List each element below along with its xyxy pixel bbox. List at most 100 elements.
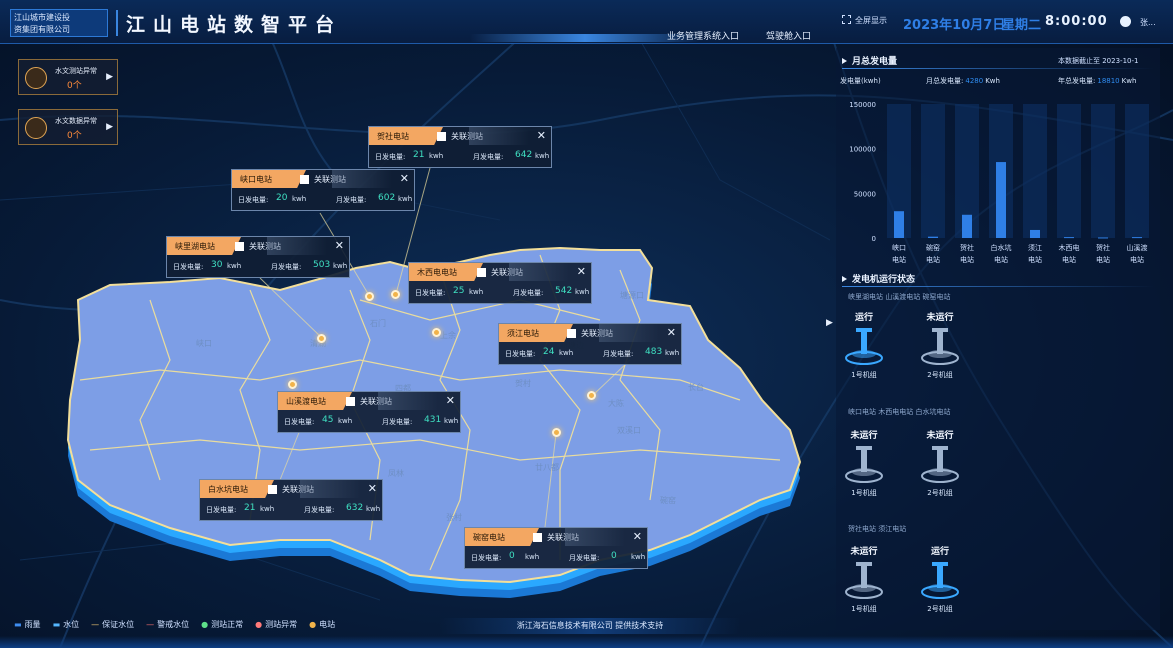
month-value: 431: [424, 415, 442, 425]
legend-item: ● 测站异常: [255, 620, 297, 629]
x-tick-label: 贺社电站: [960, 243, 974, 264]
station-popup[interactable]: 贺社电站 关联测站 ✕ 日发电量: 21 kwh 月发电量: 642 kwh: [368, 126, 552, 168]
x-tick-label: 峡口电站: [892, 243, 906, 264]
close-icon[interactable]: ✕: [537, 129, 546, 142]
monthly-generation-title: 月总发电量: [842, 54, 897, 67]
alarm-title: 水文数据异常: [55, 117, 97, 125]
legend-label: 测站正常: [211, 620, 244, 629]
station-popup[interactable]: 白水坑电站 关联测站 ✕ 日发电量: 21 kwh 月发电量: 632 kwh: [199, 479, 383, 521]
region-label: 长台: [688, 383, 704, 392]
generator-status: 未运行: [926, 313, 954, 323]
link-checkbox[interactable]: [437, 132, 446, 141]
legend-item: ● 电站: [309, 620, 335, 629]
station-popup[interactable]: 碗窑电站 关联测站 ✕ 日发电量: 0 kwh 月发电量: 0 kwh: [464, 527, 648, 569]
generator-status: 运行: [854, 313, 873, 323]
legend-marker-icon: ●: [201, 620, 209, 629]
link-checkbox[interactable]: [268, 485, 277, 494]
month-value: 503: [313, 260, 331, 270]
close-icon[interactable]: ✕: [446, 394, 455, 407]
dashboard-stage: 峡口石门贺村清湖大陈上余凤林廿八都双溪口碗窑长台四都坛石新塘边塘源口张村 江山城…: [0, 0, 1173, 648]
station-name: 白水坑电站: [208, 485, 248, 494]
y-tick-label: 0: [872, 235, 876, 243]
station-pin[interactable]: [552, 428, 561, 437]
generator-unit[interactable]: 运行 2号机组: [912, 544, 968, 618]
x-tick-label: 白水坑电站: [991, 243, 1012, 264]
generator-icon: [921, 446, 959, 483]
chart-bar[interactable]: [1064, 237, 1074, 239]
station-popup[interactable]: 山溪渡电站 关联测站 ✕ 日发电量: 45 kwh 月发电量: 431 kwh: [277, 391, 461, 433]
generator-status-title: 发电机运行状态: [842, 272, 915, 285]
panel-toggle-icon[interactable]: ▶: [826, 318, 833, 328]
generator-label: 1号机组: [851, 371, 877, 379]
month-label: 月发电量:: [603, 350, 634, 358]
close-icon[interactable]: ✕: [368, 482, 377, 495]
popup-band: [378, 392, 438, 410]
region-label: 凤林: [388, 469, 404, 478]
day-unit: kwh: [429, 152, 444, 160]
alarm-card-data[interactable]: 水文数据异常 0个 ▶: [18, 109, 118, 145]
close-icon[interactable]: ✕: [633, 530, 642, 543]
station-popup[interactable]: 峡里湖电站 关联测站 ✕ 日发电量: 30 kwh 月发电量: 503 kwh: [166, 236, 350, 278]
alarm-title: 水文测站异常: [55, 67, 97, 75]
day-label: 日发电量:: [173, 263, 204, 271]
chart-bar[interactable]: [1132, 237, 1142, 239]
current-time: 8:00:00: [1045, 14, 1108, 29]
station-pin[interactable]: [365, 292, 374, 301]
generator-unit[interactable]: 未运行 2号机组: [912, 310, 968, 384]
month-unit: kwh: [535, 152, 550, 160]
y-tick-label: 150000: [849, 101, 876, 109]
app-title: 江山电站数智平台: [126, 15, 343, 36]
day-label: 日发电量:: [284, 418, 315, 426]
chart-bar[interactable]: [1030, 229, 1040, 238]
chart-bar[interactable]: [928, 236, 938, 238]
fullscreen-button[interactable]: 全屏显示: [842, 15, 887, 26]
generator-unit[interactable]: 未运行 2号机组: [912, 428, 968, 502]
generator-unit[interactable]: 未运行 1号机组: [836, 428, 892, 502]
link-checkbox[interactable]: [235, 242, 244, 251]
station-pin[interactable]: [317, 334, 326, 343]
station-name: 木西电电站: [417, 268, 457, 277]
alarm-card-hydrology[interactable]: 水文测站异常 0个 ▶: [18, 59, 118, 95]
station-popup[interactable]: 峡口电站 关联测站 ✕ 日发电量: 20 kwh 月发电量: 602 kwh: [231, 169, 415, 211]
station-pin[interactable]: [432, 328, 441, 337]
region-label: 塘源口: [620, 291, 644, 300]
region-label: 碗窑: [660, 496, 676, 505]
legend-label: 测站异常: [265, 620, 298, 629]
station-pin[interactable]: [391, 290, 400, 299]
user-name[interactable]: 张...: [1140, 17, 1156, 28]
region-label: 张村: [446, 513, 462, 522]
link-checkbox[interactable]: [346, 397, 355, 406]
chart-bar[interactable]: [894, 211, 904, 238]
station-popup[interactable]: 木西电电站 关联测站 ✕ 日发电量: 25 kwh 月发电量: 542 kwh: [408, 262, 592, 304]
chart-bar[interactable]: [1098, 237, 1108, 239]
month-value: 542: [555, 286, 573, 296]
generator-unit[interactable]: 运行 1号机组: [836, 310, 892, 384]
business-system-link[interactable]: 业务管理系统入口: [667, 29, 739, 42]
user-avatar-icon[interactable]: [1120, 16, 1131, 27]
link-checkbox[interactable]: [477, 268, 486, 277]
day-value: 30: [211, 260, 223, 270]
station-popup[interactable]: 须江电站 关联测站 ✕ 日发电量: 24 kwh 月发电量: 483 kwh: [498, 323, 682, 365]
link-checkbox[interactable]: [300, 175, 309, 184]
generator-unit[interactable]: 未运行 1号机组: [836, 544, 892, 618]
link-checkbox[interactable]: [533, 533, 542, 542]
link-checkbox[interactable]: [567, 329, 576, 338]
popup-band: [565, 528, 625, 546]
generator-label: 1号机组: [851, 605, 877, 613]
day-unit: kwh: [227, 262, 242, 270]
close-icon[interactable]: ✕: [400, 172, 409, 185]
kpi-month-label: 月总发电量:: [926, 77, 964, 85]
x-tick-label: 碗窑电站: [926, 243, 940, 264]
close-icon[interactable]: ✕: [335, 239, 344, 252]
station-pin[interactable]: [587, 391, 596, 400]
legend-item: ● 测站正常: [201, 620, 243, 629]
generator-icon: [845, 328, 883, 365]
cockpit-link[interactable]: 驾驶舱入口: [766, 29, 811, 42]
chart-bar[interactable]: [996, 162, 1006, 238]
station-pin[interactable]: [288, 380, 297, 389]
popup-band: [332, 170, 392, 188]
close-icon[interactable]: ✕: [577, 265, 586, 278]
chart-bar[interactable]: [962, 214, 972, 238]
close-icon[interactable]: ✕: [667, 326, 676, 339]
monthly-generation-chart: 0 50000 100000 150000 峡口电站 碗窑电站 贺社电站 白水坑电站 须江电站 木…: [849, 101, 1149, 264]
